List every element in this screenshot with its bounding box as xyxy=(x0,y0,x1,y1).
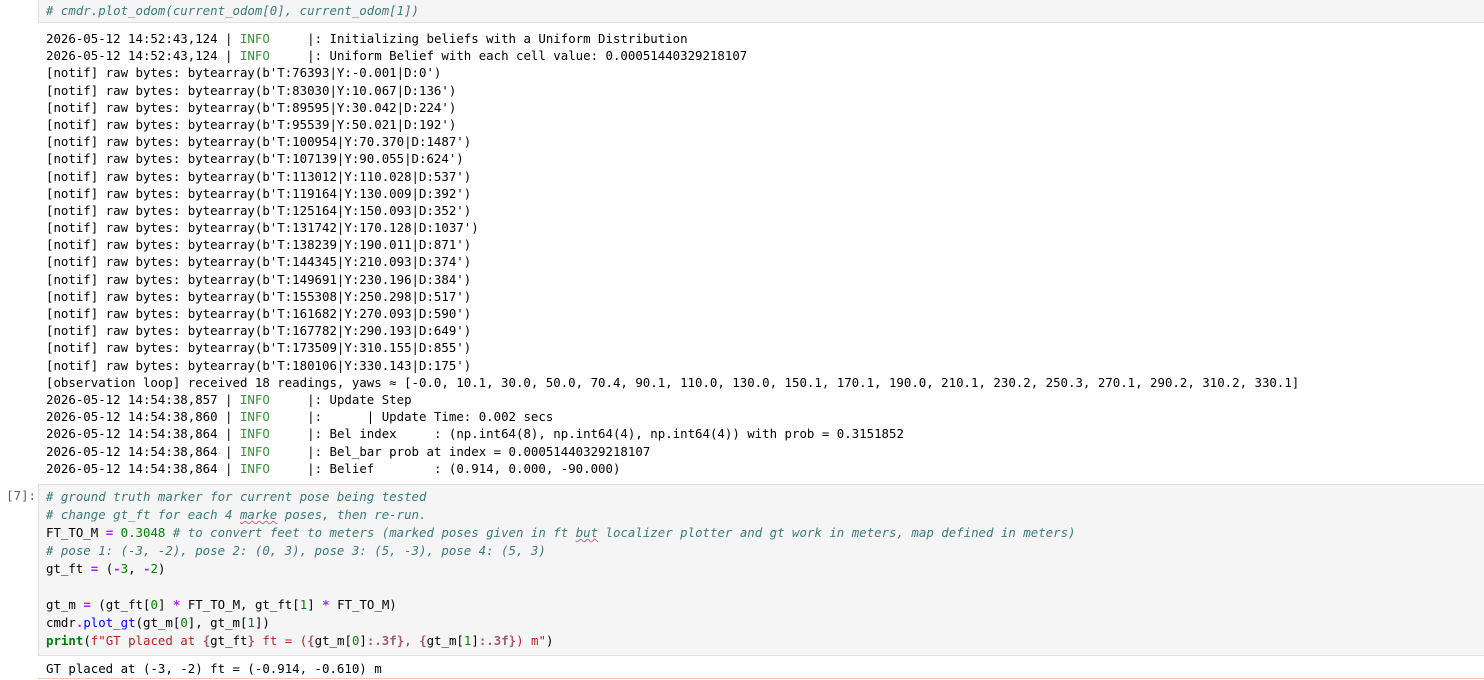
code-cell-top-input[interactable]: # cmdr.plot_odom(current_odom[0], curren… xyxy=(38,0,1484,23)
cell-prompt: [7]: xyxy=(6,488,36,503)
code-line-ft-to-m: FT_TO_M = 0.3048 # to convert feet to me… xyxy=(46,525,1076,540)
notif-line: [notif] raw bytes: bytearray(b'T:161682|… xyxy=(46,306,472,321)
log-message: |: Update Step xyxy=(307,391,412,407)
log-message: |: | Update Time: 0.002 secs xyxy=(307,409,554,425)
code-line-print: print(f"GT placed at {gt_ft} ft = ({gt_m… xyxy=(46,633,554,648)
notif-line: [notif] raw bytes: bytearray(b'T:167782|… xyxy=(46,323,472,339)
log-timestamp: 2026-05-12 14:54:38,864 xyxy=(46,460,218,476)
notif-line: [notif] raw bytes: bytearray(b'T:125164|… xyxy=(46,202,472,218)
notif-line: [notif] raw bytes: bytearray(b'T:131742|… xyxy=(46,220,479,236)
notif-line: [notif] raw bytes: bytearray(b'T:144345|… xyxy=(46,254,472,270)
log-message: |: Bel index : (np.int64(8), np.int64(4)… xyxy=(307,426,904,442)
notif-line: [notif] raw bytes: bytearray(b'T:83030|Y… xyxy=(46,82,457,98)
notif-line: [notif] raw bytes: bytearray(b'T:149691|… xyxy=(46,271,472,287)
log-timestamp: 2026-05-12 14:52:43,124 xyxy=(46,31,218,46)
notif-line: [notif] raw bytes: bytearray(b'T:76393|Y… xyxy=(46,65,442,81)
notif-line: [notif] raw bytes: bytearray(b'T:138239|… xyxy=(46,237,472,253)
log-line: 2026-05-12 14:54:38,864 | INFO |: Bel in… xyxy=(46,426,904,442)
output-divider xyxy=(38,678,1484,679)
cell-7-output: GT placed at (-3, -2) ft = (-0.914, -0.6… xyxy=(0,660,1484,677)
code-comment-line: # change gt_ft for each 4 marke poses, t… xyxy=(46,507,427,522)
code-comment-line: # ground truth marker for current pose b… xyxy=(46,489,427,504)
log-message: |: Bel_bar prob at index = 0.00051440329… xyxy=(307,443,651,459)
spellcheck-word[interactable]: but xyxy=(576,525,598,540)
log-message: |: Belief : (0.914, 0.000, -90.000) xyxy=(307,460,621,476)
notif-line: [notif] raw bytes: bytearray(b'T:113012|… xyxy=(46,168,472,184)
print-output-line: GT placed at (-3, -2) ft = (-0.914, -0.6… xyxy=(46,661,382,676)
log-level: INFO xyxy=(239,31,270,46)
observation-loop-line: [observation loop] received 18 readings,… xyxy=(46,374,1300,390)
log-line: 2026-05-12 14:54:38,864 | INFO |: Bel_ba… xyxy=(46,443,651,459)
notif-line: [notif] raw bytes: bytearray(b'T:119164|… xyxy=(46,185,472,201)
cell-output: 2026-05-12 14:52:43,124 | INFO |: Initia… xyxy=(0,30,1484,477)
log-message: |: Uniform Belief with each cell value: … xyxy=(307,48,748,64)
log-line: 2026-05-12 14:54:38,857 | INFO |: Update… xyxy=(46,391,412,407)
notif-line: [notif] raw bytes: bytearray(b'T:95539|Y… xyxy=(46,116,457,132)
code-line-plot-gt: cmdr.plot_gt(gt_m[0], gt_m[1]) xyxy=(46,615,270,630)
log-timestamp: 2026-05-12 14:54:38,864 xyxy=(46,426,218,442)
log-line: 2026-05-12 14:52:43,124 | INFO |: Unifor… xyxy=(46,48,748,64)
log-line: 2026-05-12 14:52:43,124 | INFO |: Initia… xyxy=(46,31,688,46)
log-timestamp: 2026-05-12 14:54:38,857 xyxy=(46,391,218,407)
spellcheck-word[interactable]: marke xyxy=(240,507,277,522)
code-comment-line: # pose 1: (-3, -2), pose 2: (0, 3), pose… xyxy=(46,543,546,558)
log-level: INFO xyxy=(239,443,270,459)
log-timestamp: 2026-05-12 14:54:38,860 xyxy=(46,409,218,425)
log-level: INFO xyxy=(239,409,270,425)
log-level: INFO xyxy=(239,460,270,476)
log-level: INFO xyxy=(239,48,270,64)
notif-line: [notif] raw bytes: bytearray(b'T:180106|… xyxy=(46,357,472,373)
log-line: 2026-05-12 14:54:38,864 | INFO |: Belief… xyxy=(46,460,621,476)
log-timestamp: 2026-05-12 14:54:38,864 xyxy=(46,443,218,459)
log-timestamp: 2026-05-12 14:52:43,124 xyxy=(46,48,218,64)
notif-line: [notif] raw bytes: bytearray(b'T:89595|Y… xyxy=(46,99,457,115)
notif-line: [notif] raw bytes: bytearray(b'T:173509|… xyxy=(46,340,472,356)
code-line-gt-m: gt_m = (gt_ft[0] * FT_TO_M, gt_ft[1] * F… xyxy=(46,597,397,612)
code-line-gt-ft: gt_ft = (-3, -2) xyxy=(46,561,166,576)
log-line: 2026-05-12 14:54:38,860 | INFO |: | Upda… xyxy=(46,409,554,425)
notif-line: [notif] raw bytes: bytearray(b'T:155308|… xyxy=(46,288,472,304)
log-level: INFO xyxy=(239,391,270,407)
notif-line: [notif] raw bytes: bytearray(b'T:107139|… xyxy=(46,151,464,167)
notif-line: [notif] raw bytes: bytearray(b'T:100954|… xyxy=(46,134,472,150)
code-cell-7-input[interactable]: # ground truth marker for current pose b… xyxy=(38,484,1484,656)
log-level: INFO xyxy=(239,426,270,442)
log-message: |: Initializing beliefs with a Uniform D… xyxy=(307,31,688,46)
code-line-comment: # cmdr.plot_odom(current_odom[0], curren… xyxy=(46,3,419,18)
